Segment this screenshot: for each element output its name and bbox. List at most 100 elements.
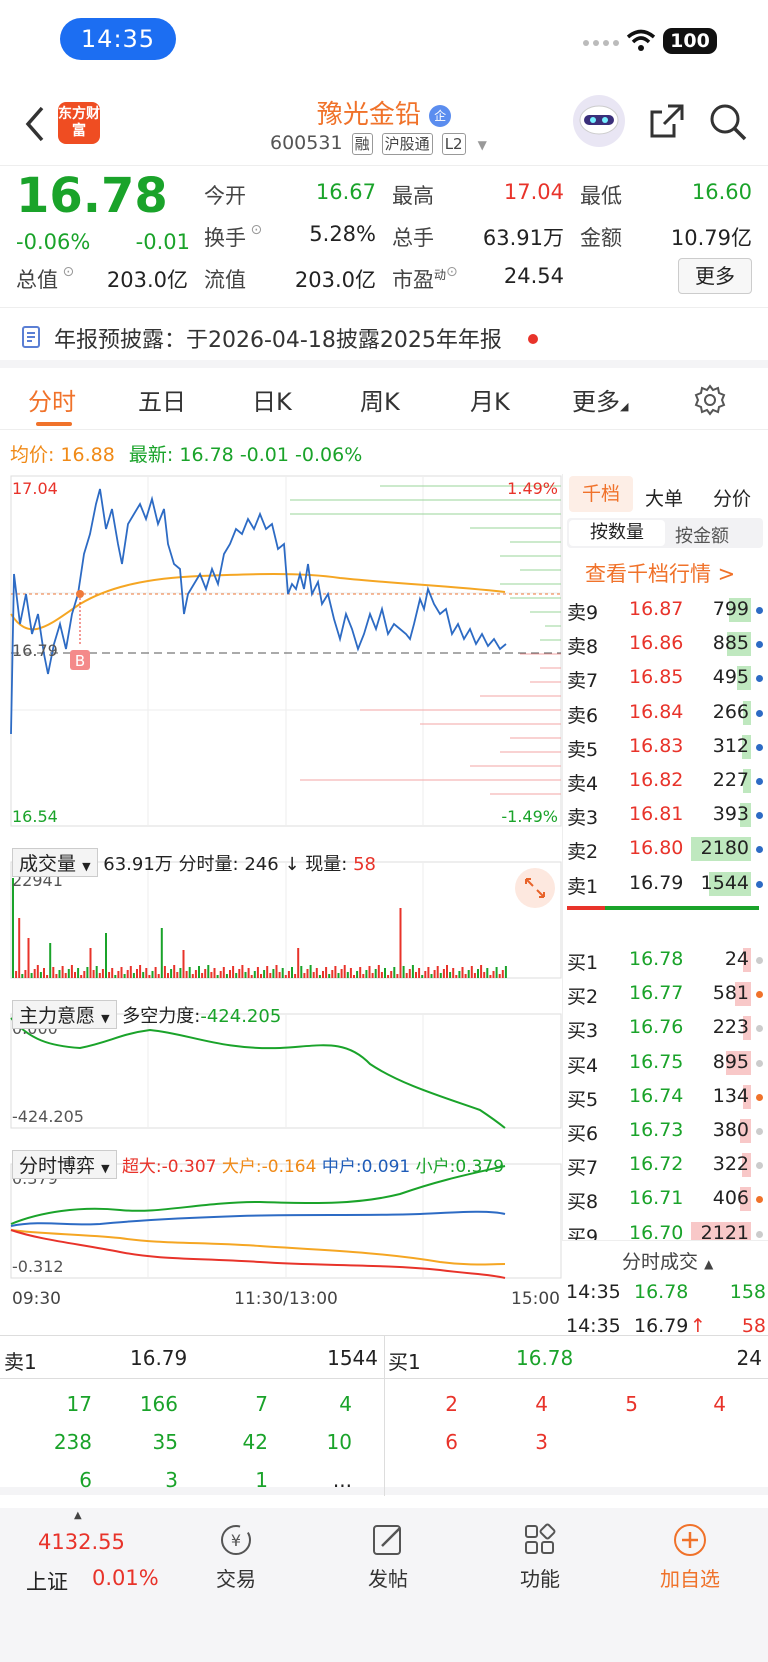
volume-bar bbox=[498, 974, 501, 978]
sub-tab-by-amount[interactable]: 按金额 bbox=[675, 522, 729, 548]
volume-bar bbox=[167, 973, 169, 978]
chart-svg[interactable]: B 17.04 16.79 16.54 1.49% -1.49% 22941 0… bbox=[0, 474, 562, 1354]
volume-bar bbox=[328, 974, 331, 978]
ask-row[interactable]: 卖5 16.83 312 bbox=[567, 731, 763, 763]
expand-button[interactable] bbox=[515, 868, 555, 908]
volume-bar bbox=[36, 965, 39, 978]
tab-weekly-k[interactable]: 周K bbox=[360, 382, 400, 417]
level-qty: 322 bbox=[712, 1153, 749, 1176]
dropdown-caret-icon[interactable]: ▼ bbox=[478, 138, 487, 152]
info-icon[interactable]: ⊙ bbox=[246, 222, 262, 238]
change-amount: -0.01 bbox=[135, 230, 190, 254]
ask-row[interactable]: 卖1 16.79 1544 bbox=[567, 868, 763, 900]
float-cap-label: 流值 bbox=[204, 268, 246, 292]
volume-bar bbox=[325, 967, 328, 978]
bid-row[interactable]: 买2 16.77 581 bbox=[567, 978, 763, 1010]
share-icon[interactable] bbox=[648, 102, 686, 140]
period-tabs: 分时 五日 日K 周K 月K 更多◢ bbox=[0, 368, 768, 430]
y-mid-label: 16.79 bbox=[12, 641, 58, 660]
volume-bar bbox=[58, 970, 61, 978]
ask-row[interactable]: 卖7 16.85 495 bbox=[567, 662, 763, 694]
function-button[interactable]: 功能 bbox=[480, 1522, 600, 1592]
volume-bar bbox=[77, 968, 80, 978]
bid-row[interactable]: 买1 16.78 24 bbox=[567, 944, 763, 976]
info-icon[interactable]: ⊙ bbox=[446, 264, 458, 280]
tab-intraday[interactable]: 分时 bbox=[28, 382, 76, 417]
bid-row[interactable]: 买7 16.72 322 bbox=[567, 1149, 763, 1181]
volume-selector[interactable]: 成交量 ▼ bbox=[12, 848, 98, 877]
info-icon[interactable]: ⊙ bbox=[58, 264, 74, 280]
volume-bar bbox=[238, 969, 241, 978]
tab-monthly-k[interactable]: 月K bbox=[470, 382, 510, 417]
trades-title[interactable]: 分时成交 ▲ bbox=[622, 1247, 713, 1274]
volume-bar bbox=[492, 971, 495, 978]
volume-bar bbox=[297, 948, 300, 978]
buy-queue-cell: 4 bbox=[713, 1392, 726, 1416]
tab-5day[interactable]: 五日 bbox=[138, 382, 186, 417]
open-label: 今开 bbox=[204, 184, 246, 208]
sell-queue-cell: 35 bbox=[152, 1430, 178, 1454]
sub-tab-by-quantity[interactable]: 按数量 bbox=[569, 520, 665, 546]
tab-more[interactable]: 更多◢ bbox=[572, 382, 628, 417]
volume-bar bbox=[157, 974, 160, 978]
add-watchlist-button[interactable]: 加自选 bbox=[630, 1522, 750, 1592]
volume-bar bbox=[396, 974, 399, 978]
volume-bar bbox=[83, 971, 86, 978]
volume-bar bbox=[402, 966, 405, 978]
level-price: 16.77 bbox=[629, 982, 684, 1005]
level-qty: 406 bbox=[712, 1187, 749, 1210]
volume-bar bbox=[260, 974, 262, 978]
ask-row[interactable]: 卖2 16.80 2180 bbox=[567, 833, 763, 865]
level-label: 买8 bbox=[567, 1191, 599, 1214]
search-icon[interactable] bbox=[708, 102, 748, 142]
volume-bar bbox=[185, 971, 188, 978]
volume-bar bbox=[371, 973, 374, 978]
trade-button[interactable]: ¥ 交易 bbox=[176, 1522, 296, 1592]
tab-thousand-level[interactable]: 千档 bbox=[569, 476, 633, 512]
view-depth-link[interactable]: 查看千档行情 > bbox=[585, 558, 735, 588]
volume-bar bbox=[446, 965, 448, 978]
index-value[interactable]: 4132.55 bbox=[38, 1530, 125, 1554]
dot-indicator bbox=[756, 880, 763, 888]
volume-bar bbox=[229, 970, 231, 978]
bid-row[interactable]: 买6 16.73 380 bbox=[567, 1115, 763, 1147]
level-label: 卖4 bbox=[567, 773, 599, 795]
game-selector[interactable]: 分时博弈 ▼ bbox=[12, 1150, 117, 1179]
bid-row[interactable]: 买8 16.71 406 bbox=[567, 1183, 763, 1215]
volume-bar bbox=[188, 967, 191, 978]
robot-assistant-icon[interactable] bbox=[572, 94, 626, 148]
dot-indicator bbox=[756, 641, 763, 649]
volume-bar bbox=[340, 969, 343, 978]
volume-bar bbox=[21, 974, 24, 978]
float-cap-value: 203.0亿 bbox=[294, 268, 376, 292]
level-qty: 266 bbox=[712, 700, 749, 723]
ask-row[interactable]: 卖9 16.87 799 bbox=[567, 594, 763, 626]
settings-gear-icon[interactable] bbox=[694, 384, 726, 416]
ask-row[interactable]: 卖3 16.81 393 bbox=[567, 799, 763, 831]
intent-selector[interactable]: 主力意愿 ▼ bbox=[12, 1000, 117, 1029]
ask-row[interactable]: 卖4 16.82 227 bbox=[567, 765, 763, 797]
volume-bar bbox=[281, 968, 284, 978]
dot-indicator bbox=[756, 1196, 763, 1204]
bid-row[interactable]: 买4 16.75 895 bbox=[567, 1047, 763, 1079]
buy-queue-cell: 4 bbox=[535, 1392, 548, 1416]
post-button[interactable]: 发帖 bbox=[328, 1522, 448, 1592]
tab-big-order[interactable]: 大单 bbox=[645, 484, 683, 511]
volume-bar bbox=[343, 965, 346, 978]
volume-bar bbox=[46, 975, 49, 978]
tab-daily-k[interactable]: 日K bbox=[252, 382, 292, 417]
tab-price-level[interactable]: 分价 bbox=[713, 484, 751, 511]
volume-bar bbox=[384, 968, 386, 978]
time-start: 09:30 bbox=[12, 1289, 61, 1309]
more-button[interactable]: 更多 bbox=[678, 258, 752, 294]
high-label: 最高 bbox=[392, 184, 434, 208]
bid-row[interactable]: 买3 16.76 223 bbox=[567, 1012, 763, 1044]
bid-row[interactable]: 买5 16.74 134 bbox=[567, 1081, 763, 1113]
volume-bar bbox=[247, 968, 250, 978]
volume-bar bbox=[123, 974, 126, 978]
ask-row[interactable]: 卖6 16.84 266 bbox=[567, 697, 763, 729]
game-bottom-label: -0.312 bbox=[12, 1257, 64, 1276]
ask-row[interactable]: 卖8 16.86 885 bbox=[567, 628, 763, 660]
up-caret-icon[interactable]: ▲ bbox=[74, 1510, 82, 1521]
annual-report-notice[interactable]: 年报预披露：于2026-04-18披露2025年年报 bbox=[0, 308, 768, 368]
